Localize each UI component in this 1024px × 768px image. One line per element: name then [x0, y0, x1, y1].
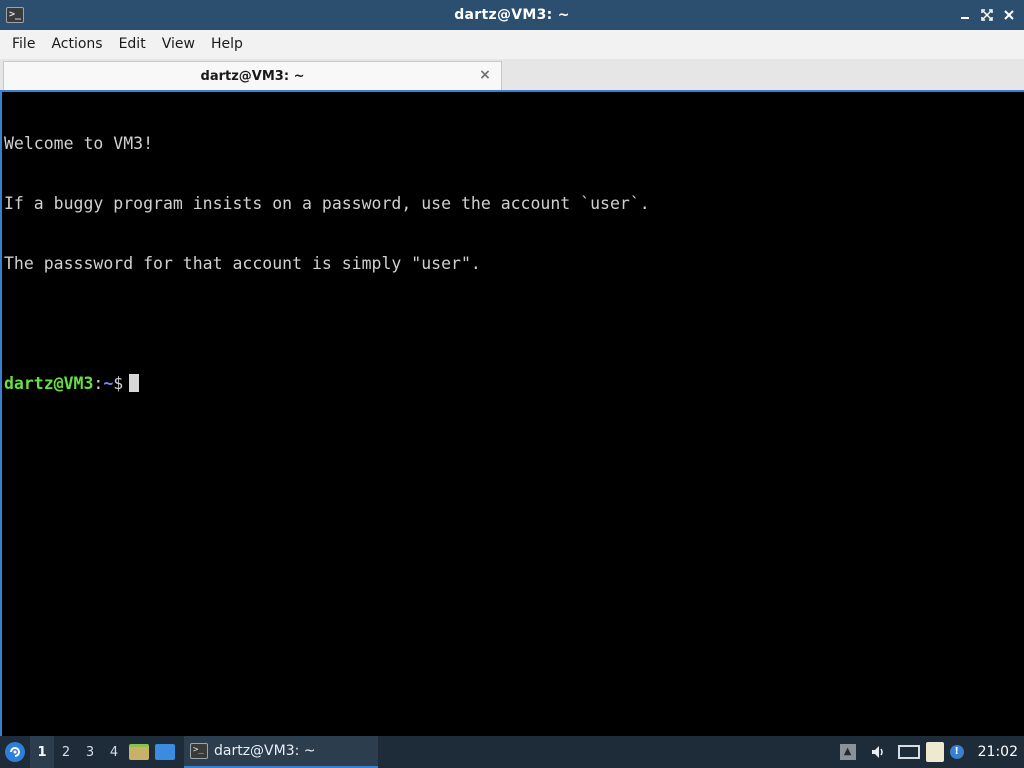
- menu-bar: File Actions Edit View Help: [0, 30, 1024, 59]
- prompt-path: ~: [103, 374, 114, 393]
- window-title: dartz@VM3: ~: [454, 7, 570, 23]
- volume-icon[interactable]: [864, 736, 892, 768]
- notification-badge-icon: !: [949, 745, 964, 759]
- show-desktop-icon: [155, 744, 175, 760]
- window-controls: [956, 0, 1018, 30]
- up-arrow-icon: ▲: [839, 744, 856, 760]
- maximize-icon[interactable]: [978, 6, 996, 24]
- lxqt-menu-icon: [5, 742, 25, 762]
- menu-edit[interactable]: Edit: [111, 30, 154, 59]
- terminal-line: Welcome to VM3!: [4, 134, 154, 153]
- tray-expand-button[interactable]: ▲: [839, 736, 864, 768]
- file-manager-icon: [129, 744, 149, 760]
- notification-icon[interactable]: !: [949, 736, 972, 768]
- prompt-separator: :: [93, 374, 104, 393]
- menu-view[interactable]: View: [154, 30, 203, 59]
- clipboard-glyph-icon: [925, 742, 944, 762]
- terminal-icon: >_: [190, 743, 208, 759]
- task-label: dartz@VM3: ~: [214, 743, 316, 759]
- start-menu-button[interactable]: [0, 736, 30, 768]
- window-titlebar[interactable]: >_ dartz@VM3: ~: [0, 0, 1024, 30]
- prompt-symbol: $: [113, 374, 124, 393]
- tab-bar: dartz@VM3: ~ ×: [0, 59, 1024, 92]
- tab-close-icon[interactable]: ×: [477, 67, 493, 83]
- menu-actions[interactable]: Actions: [43, 30, 110, 59]
- terminal-line: The passsword for that account is simply…: [4, 254, 481, 273]
- system-tray: ▲ ! 21:02: [839, 736, 1024, 768]
- terminal-line: If a buggy program insists on a password…: [4, 194, 650, 213]
- terminal-app-icon[interactable]: >_: [6, 7, 24, 23]
- terminal-prompt-line: dartz@VM3:~$: [4, 374, 1022, 394]
- close-icon[interactable]: [1000, 6, 1018, 24]
- clipboard-icon[interactable]: [925, 736, 950, 768]
- workspace-4[interactable]: 4: [102, 736, 126, 768]
- workspace-3[interactable]: 3: [78, 736, 102, 768]
- workspace-1[interactable]: 1: [30, 736, 54, 768]
- network-icon[interactable]: [892, 736, 926, 768]
- terminal-view[interactable]: Welcome to VM3! If a buggy program insis…: [0, 92, 1024, 736]
- workspace-2[interactable]: 2: [54, 736, 78, 768]
- tab-terminal[interactable]: dartz@VM3: ~ ×: [3, 61, 502, 90]
- prompt-user-host: dartz@VM3: [4, 374, 94, 393]
- show-desktop-launcher[interactable]: [152, 736, 178, 768]
- taskbar: 1 2 3 4 >_ dartz@VM3: ~ ▲ ! 21:02: [0, 736, 1024, 768]
- menu-help[interactable]: Help: [203, 30, 251, 59]
- task-terminal-button[interactable]: >_ dartz@VM3: ~: [184, 736, 378, 768]
- network-monitor-icon: [897, 745, 920, 759]
- clock[interactable]: 21:02: [972, 736, 1024, 768]
- terminal-cursor: [129, 374, 140, 392]
- minimize-icon[interactable]: [956, 6, 974, 24]
- menu-file[interactable]: File: [4, 30, 43, 59]
- file-manager-launcher[interactable]: [126, 736, 152, 768]
- tab-label: dartz@VM3: ~: [200, 68, 305, 84]
